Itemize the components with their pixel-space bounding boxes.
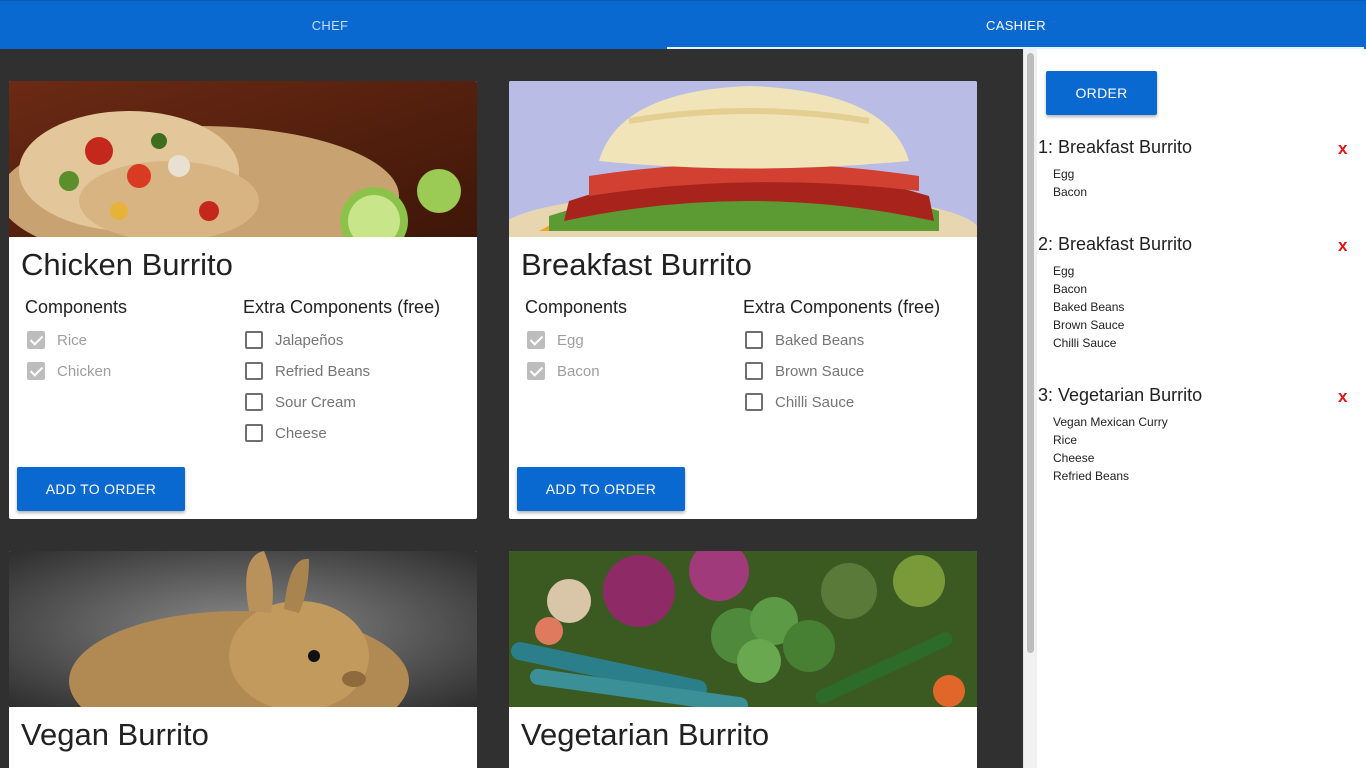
checkbox-checked-icon <box>27 362 45 380</box>
order-item-component: Vegan Mexican Curry <box>1053 415 1168 429</box>
remove-item-button[interactable]: x <box>1338 236 1347 256</box>
option-label: Chilli Sauce <box>775 393 855 411</box>
card-title: Chicken Burrito <box>21 247 233 282</box>
order-item-title: 3: Vegetarian Burrito <box>1038 385 1203 405</box>
order-item-title: 2: Breakfast Burrito <box>1038 234 1193 254</box>
add-to-order-button[interactable]: ADD TO ORDER <box>17 467 185 511</box>
card-title: Breakfast Burrito <box>521 247 752 282</box>
scrollbar-thumb[interactable] <box>1027 53 1034 653</box>
vegetables-photo <box>509 551 977 707</box>
burrito-photo <box>9 81 477 237</box>
extra-option-brown-sauce[interactable]: Brown Sauce <box>745 362 864 380</box>
menu-card-chicken-burrito: Chicken Burrito Components Extra Compone… <box>9 81 477 519</box>
option-label: Sour Cream <box>275 393 356 411</box>
order-panel: ORDER 1: Breakfast Burrito x Egg Bacon 2… <box>1037 49 1366 768</box>
extra-option-jalapenos[interactable]: Jalapeños <box>245 331 343 349</box>
order-item-component: Chilli Sauce <box>1053 336 1117 350</box>
order-item-component: Egg <box>1053 167 1075 181</box>
order-item-component: Brown Sauce <box>1053 318 1125 332</box>
add-to-order-button[interactable]: ADD TO ORDER <box>517 467 685 511</box>
option-label: Jalapeños <box>275 331 344 349</box>
checkbox-icon[interactable] <box>745 393 763 411</box>
option-label: Chicken <box>57 362 112 380</box>
extra-option-baked-beans[interactable]: Baked Beans <box>745 331 864 349</box>
extra-option-refried-beans[interactable]: Refried Beans <box>245 362 370 380</box>
option-label: Brown Sauce <box>775 362 865 380</box>
order-item-component: Cheese <box>1053 451 1095 465</box>
extra-option-cheese[interactable]: Cheese <box>245 424 327 442</box>
order-item-component: Rice <box>1053 433 1078 447</box>
order-item-component: Refried Beans <box>1053 469 1130 483</box>
component-option-chicken: Chicken <box>27 362 111 380</box>
order-item-component: Baked Beans <box>1053 300 1125 314</box>
order-item-title: 1: Breakfast Burrito <box>1038 137 1193 157</box>
menu-card-vegetarian-burrito: Vegetarian Burrito <box>509 551 977 768</box>
checkbox-checked-icon <box>527 362 545 380</box>
menu-card-vegan-burrito: Vegan Burrito <box>9 551 477 768</box>
menu-scrollbar[interactable] <box>1023 49 1037 768</box>
extras-heading: Extra Components (free) <box>743 297 941 317</box>
menu-grid: Chicken Burrito Components Extra Compone… <box>0 49 1023 768</box>
order-button[interactable]: ORDER <box>1046 71 1157 115</box>
option-label: Refried Beans <box>275 362 371 380</box>
components-heading: Components <box>525 297 628 317</box>
option-label: Cheese <box>275 424 327 442</box>
option-label: Rice <box>57 331 88 349</box>
tab-cashier[interactable]: CASHIER <box>666 1 1366 50</box>
checkbox-icon[interactable] <box>745 331 763 349</box>
component-option-bacon: Bacon <box>527 362 600 380</box>
checkbox-checked-icon <box>527 331 545 349</box>
order-item-component: Egg <box>1053 264 1075 278</box>
rabbit-photo <box>9 551 477 707</box>
checkbox-icon[interactable] <box>245 393 263 411</box>
menu-card-breakfast-burrito: Breakfast Burrito Components Extra Compo… <box>509 81 977 519</box>
remove-item-button[interactable]: x <box>1338 139 1347 159</box>
extra-option-sour-cream[interactable]: Sour Cream <box>245 393 356 411</box>
option-label: Baked Beans <box>775 331 865 349</box>
option-label: Bacon <box>557 362 600 380</box>
component-option-rice: Rice <box>27 331 87 349</box>
checkbox-checked-icon <box>27 331 45 349</box>
card-title: Vegetarian Burrito <box>521 717 770 752</box>
extras-heading: Extra Components (free) <box>243 297 441 317</box>
checkbox-icon[interactable] <box>245 362 263 380</box>
order-item-component: Bacon <box>1053 282 1088 296</box>
breakfast-sandwich-photo <box>509 81 977 237</box>
component-option-egg: Egg <box>527 331 584 349</box>
extra-option-chilli-sauce[interactable]: Chilli Sauce <box>745 393 854 411</box>
option-label: Egg <box>557 331 584 349</box>
checkbox-icon[interactable] <box>245 331 263 349</box>
components-heading: Components <box>25 297 128 317</box>
remove-item-button[interactable]: x <box>1338 387 1347 407</box>
checkbox-icon[interactable] <box>245 424 263 442</box>
order-item-component: Bacon <box>1053 185 1088 199</box>
card-title: Vegan Burrito <box>21 717 209 752</box>
checkbox-icon[interactable] <box>745 362 763 380</box>
tab-bar: CHEF CASHIER <box>0 0 1366 49</box>
tab-chef[interactable]: CHEF <box>0 1 660 50</box>
